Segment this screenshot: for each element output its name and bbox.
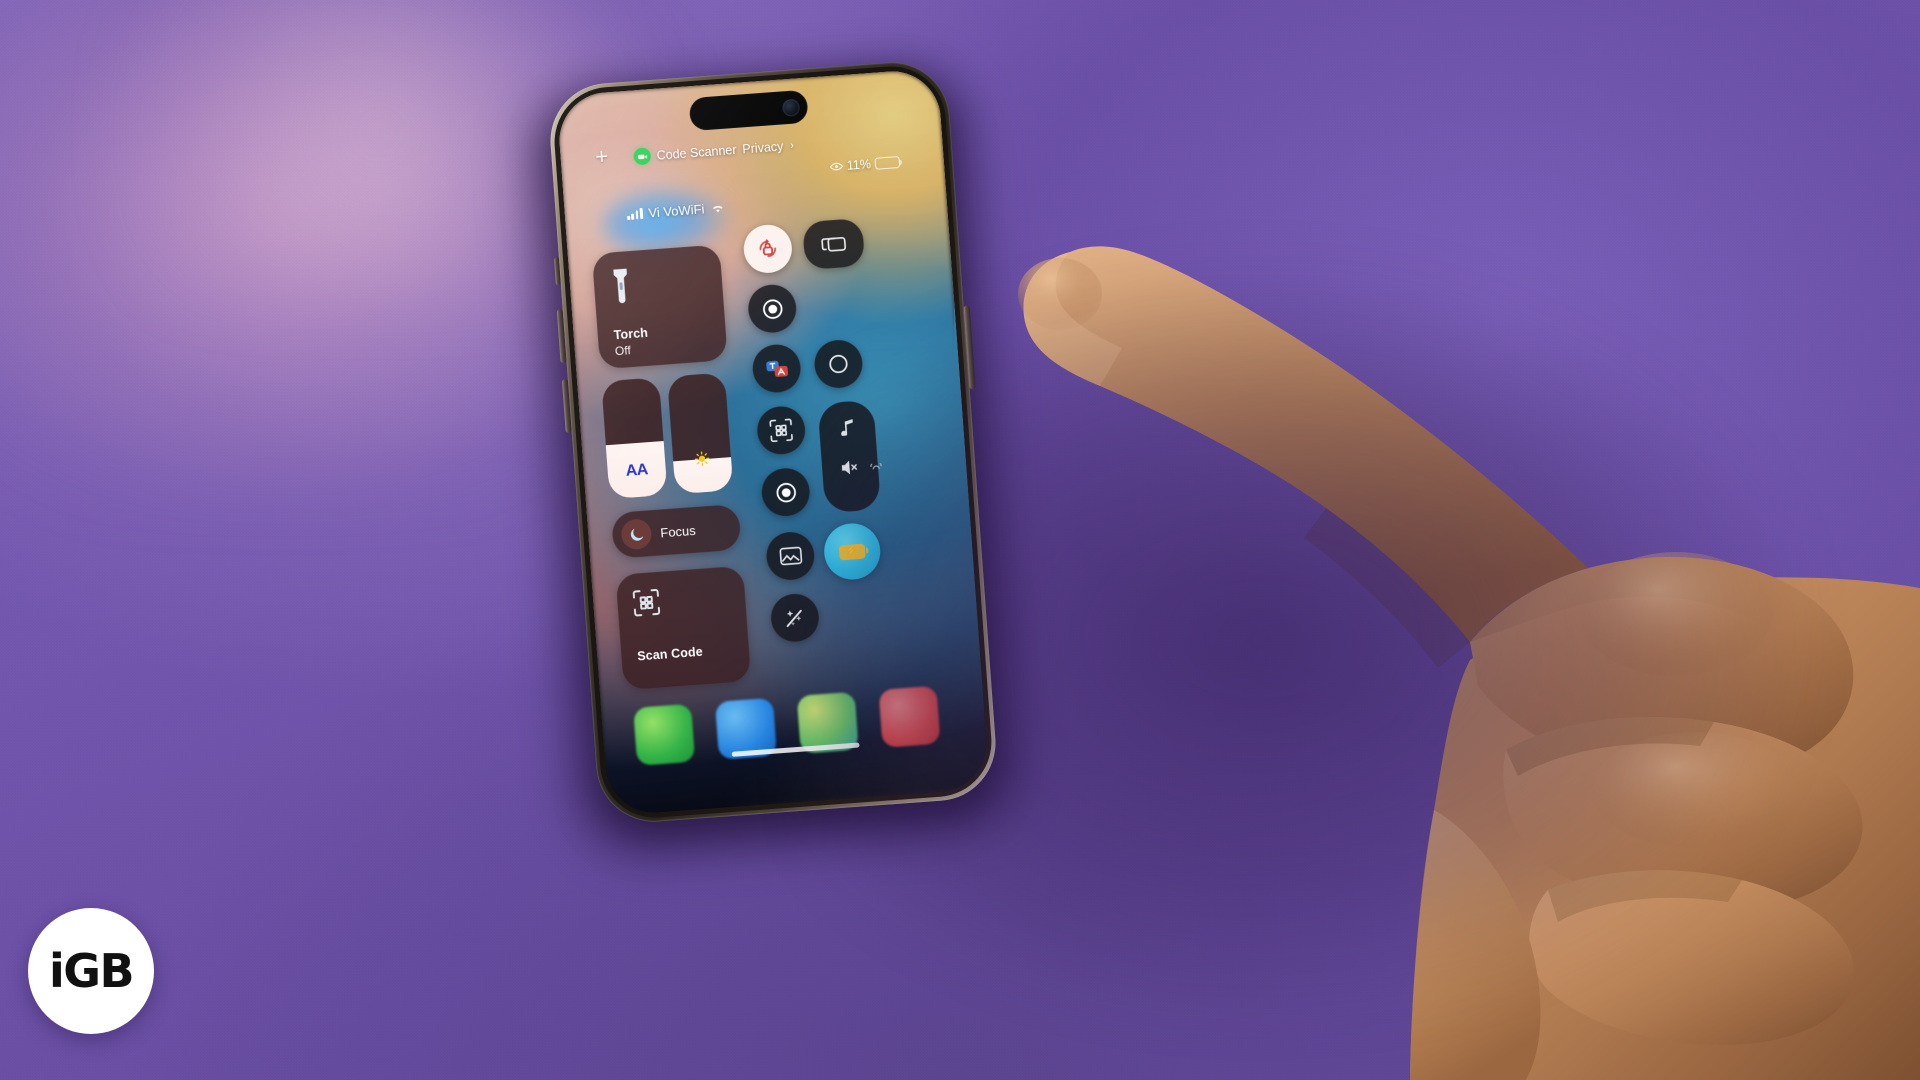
eye-icon [829, 162, 843, 171]
wifi-icon [712, 205, 723, 213]
signal-bars-icon [627, 207, 643, 221]
camera-indicator-icon [633, 147, 652, 166]
brightness-slider[interactable] [666, 372, 734, 495]
battery-icon [874, 155, 901, 171]
brightness-sun-icon [694, 451, 710, 467]
torch-label: Torch [613, 325, 649, 343]
logo-text: iGB [48, 944, 135, 998]
scan-code-tile[interactable]: Scan Code [615, 565, 752, 691]
pointing-hand [770, 190, 1920, 1080]
dock-app-green[interactable] [633, 703, 696, 766]
text-size-slider[interactable]: AA [601, 377, 668, 500]
photo-scene: + Code Scanner Privacy › 11% Vi VoWiFi T… [0, 0, 1920, 1080]
chevron-right-icon[interactable]: › [790, 139, 795, 151]
torch-tile[interactable]: Torch Off [591, 244, 728, 370]
plus-icon[interactable]: + [591, 143, 612, 169]
hand-shadow [810, 260, 1810, 1020]
front-camera-lens [781, 98, 801, 117]
scan-code-label: Scan Code [636, 644, 704, 664]
torch-state-label: Off [614, 343, 632, 359]
flashlight-icon [613, 268, 627, 304]
focus-tile[interactable]: Focus [610, 503, 742, 559]
igb-watermark-logo: iGB [28, 908, 154, 1034]
privacy-label: Privacy [741, 138, 784, 156]
focus-label: Focus [659, 522, 697, 540]
moon-icon [620, 518, 653, 551]
battery-percent-label: 11% [846, 157, 872, 173]
qr-scan-icon [632, 589, 661, 617]
